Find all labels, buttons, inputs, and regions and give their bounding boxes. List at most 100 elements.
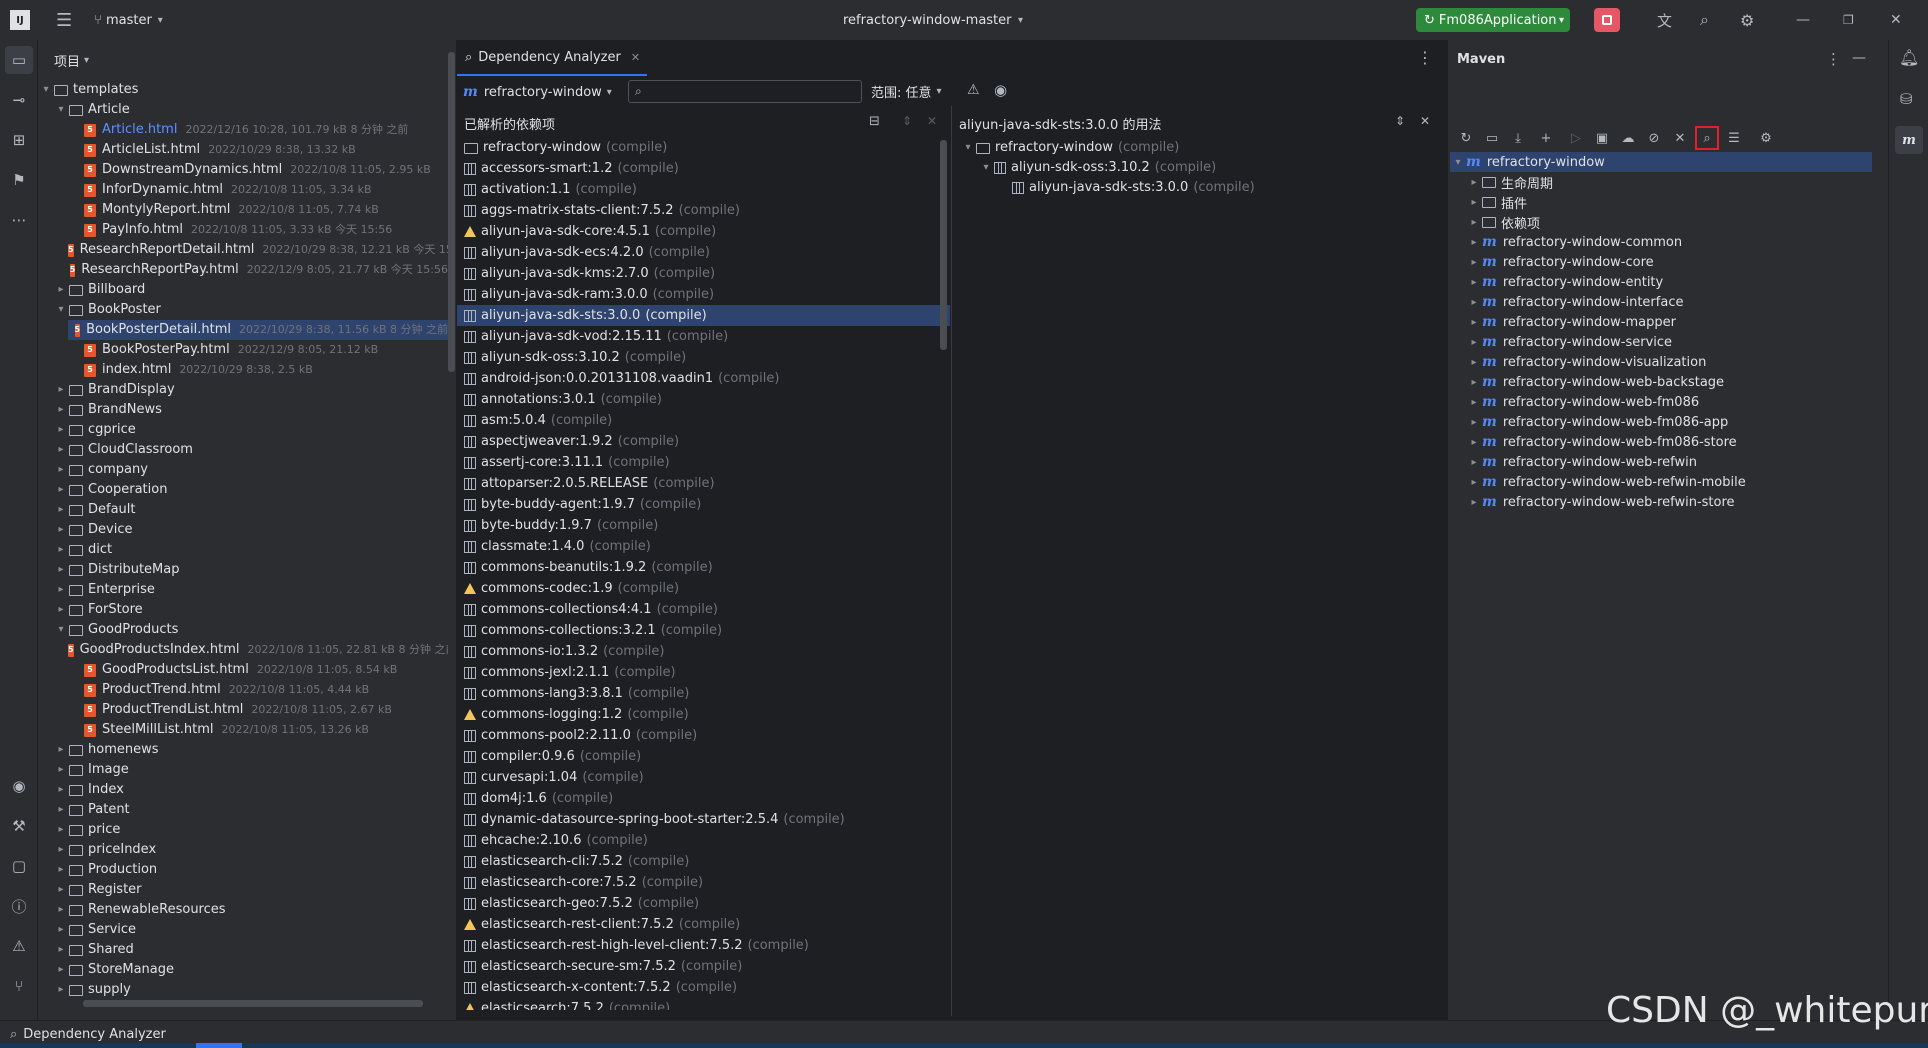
tree-item[interactable]: ▾ Article [53, 100, 448, 120]
project-chevron-icon[interactable]: ▾ [1018, 15, 1023, 26]
dependency-search-input[interactable]: ⌕ [628, 80, 862, 103]
tree-item[interactable]: ▸ supply [53, 980, 448, 1000]
tree-item[interactable]: ▸ Patent [53, 800, 448, 820]
expand-all-icon[interactable]: ⇕ [902, 114, 912, 128]
chevron-right-icon[interactable]: ▸ [53, 880, 69, 900]
chevron-right-icon[interactable]: ▸ [1466, 257, 1482, 268]
dependency-row[interactable]: elasticsearch-geo:7.5.2 (compile) [457, 893, 950, 914]
tree-item[interactable]: ▸ ForStore [53, 600, 448, 620]
dependency-row[interactable]: dom4j:1.6 (compile) [457, 788, 950, 809]
project-panel-header[interactable]: 项目 ▾ [38, 40, 456, 80]
maven-tree-item[interactable]: ▸ m refractory-window-web-refwin-store [1466, 492, 1734, 512]
maven-tree-item[interactable]: ▸ 插件 [1466, 192, 1527, 212]
tree-item[interactable]: ▸ Device [53, 520, 448, 540]
chevron-right-icon[interactable]: ▸ [53, 380, 69, 400]
maven-tree-item[interactable]: ▸ m refractory-window-web-refwin-mobile [1466, 472, 1745, 492]
minimize-icon[interactable]: — [1796, 12, 1810, 28]
chevron-right-icon[interactable]: ▸ [53, 900, 69, 920]
chevron-right-icon[interactable]: ▸ [53, 920, 69, 940]
maven-tree-item[interactable]: ▸ 生命周期 [1466, 172, 1553, 192]
maven-tree-item[interactable]: ▸ m refractory-window-web-refwin [1466, 452, 1696, 472]
project-tree-hscrollbar[interactable] [83, 1000, 423, 1007]
chevron-right-icon[interactable]: ▸ [53, 560, 69, 580]
chevron-right-icon[interactable]: ▸ [53, 860, 69, 880]
chevron-right-icon[interactable]: ▸ [53, 760, 69, 780]
dependency-row[interactable]: commons-logging:1.2 (compile) [457, 704, 950, 725]
maven-tree-item[interactable]: ▸ m refractory-window-web-fm086-store [1466, 432, 1736, 452]
tree-item[interactable]: 5 BookPosterPay.html 2022/12/9 8:05, 21.12… [68, 340, 448, 360]
chevron-right-icon[interactable]: ▸ [1466, 217, 1482, 228]
dependency-row[interactable]: commons-lang3:3.8.1 (compile) [457, 683, 950, 704]
chevron-right-icon[interactable]: ▸ [53, 440, 69, 460]
maven-minimize-icon[interactable]: — [1852, 50, 1866, 66]
add-folder-icon[interactable]: ▭ [1482, 128, 1502, 148]
dependency-row[interactable]: commons-io:1.3.2 (compile) [457, 641, 950, 662]
maven-tree-item[interactable]: ▸ m refractory-window-common [1466, 232, 1682, 252]
maven-tree-item[interactable]: ▸ m refractory-window-mapper [1466, 312, 1675, 332]
dependency-row[interactable]: elasticsearch-rest-client:7.5.2 (compile) [457, 914, 950, 935]
dependency-row[interactable]: aliyun-java-sdk-vod:2.15.11 (compile) [457, 326, 950, 347]
project-panel-chevron-icon[interactable]: ▾ [84, 55, 89, 66]
tree-item[interactable]: 5 ProductTrend.html 2022/10/8 11:05, 4.44 … [68, 680, 448, 700]
dependency-row[interactable]: activation:1.1 (compile) [457, 179, 950, 200]
chevron-right-icon[interactable]: ▸ [1466, 357, 1482, 368]
chevron-right-icon[interactable]: ▸ [1466, 337, 1482, 348]
project-title[interactable]: refractory-window-master [843, 13, 1012, 28]
dep-list-scrollbar[interactable] [940, 140, 947, 350]
chevron-right-icon[interactable]: ▸ [53, 940, 69, 960]
tree-item[interactable]: ▸ homenews [53, 740, 448, 760]
close-icon[interactable]: ✕ [1890, 12, 1902, 28]
chevron-right-icon[interactable]: ▸ [53, 820, 69, 840]
tree-item[interactable]: 5 GoodProductsIndex.html 2022/10/8 11:05, … [68, 640, 448, 660]
show-size-icon[interactable]: ◉ [994, 81, 1007, 99]
dependency-row[interactable]: elasticsearch-core:7.5.2 (compile) [457, 872, 950, 893]
maven-tree-item[interactable]: ▸ m refractory-window-core [1466, 252, 1653, 272]
dependency-row[interactable]: aliyun-java-sdk-core:4.5.1 (compile) [457, 221, 950, 242]
collapse-all-icon[interactable]: ✕ [927, 114, 937, 128]
tree-item[interactable]: ▸ priceIndex [53, 840, 448, 860]
git-icon[interactable]: ⑂ [5, 972, 33, 1000]
tree-item[interactable]: ▸ Index [53, 780, 448, 800]
chevron-right-icon[interactable]: ▸ [1466, 277, 1482, 288]
tree-item[interactable]: ▾ BookPoster [53, 300, 448, 320]
commit-icon[interactable]: ⊸ [5, 86, 33, 114]
chevron-right-icon[interactable]: ▸ [53, 280, 69, 300]
dependency-row[interactable]: aliyun-sdk-oss:3.10.2 (compile) [457, 347, 950, 368]
analyze-dependencies-icon[interactable]: ⌕ [1695, 126, 1719, 150]
chevron-right-icon[interactable]: ▸ [1466, 477, 1482, 488]
usage-row[interactable]: ▾ refractory-window (compile) [952, 137, 1445, 158]
root-chevron-icon[interactable]: ▾ [1450, 157, 1466, 168]
chevron-down-icon[interactable]: ▾ [158, 15, 163, 26]
chevron-right-icon[interactable]: ▸ [1466, 457, 1482, 468]
dependency-row[interactable]: ehcache:2.10.6 (compile) [457, 830, 950, 851]
maven-settings-icon[interactable]: ⚙ [1756, 128, 1776, 148]
chevron-right-icon[interactable]: ▸ [53, 840, 69, 860]
usages-expand-icon[interactable]: ⇕ [1395, 114, 1405, 128]
maven-tree-item[interactable]: ▸ m refractory-window-entity [1466, 272, 1663, 292]
chevron-right-icon[interactable]: ▸ [53, 540, 69, 560]
tree-item[interactable]: ▸ Service [53, 920, 448, 940]
main-menu-icon[interactable]: ☰ [56, 10, 72, 31]
tree-item[interactable]: 5 index.html 2022/10/29 8:38, 2.5 kB [68, 360, 448, 380]
database-icon[interactable]: ⛁ [1900, 90, 1913, 108]
tree-item[interactable]: 5 MontylyReport.html 2022/10/8 11:05, 7.74… [68, 200, 448, 220]
dependency-row[interactable]: elasticsearch-rest-high-level-client:7.5… [457, 935, 950, 956]
tree-item[interactable]: 5 ProductTrendList.html 2022/10/8 11:05, 2… [68, 700, 448, 720]
tree-item[interactable]: ▸ Shared [53, 940, 448, 960]
notifications-icon[interactable]: 🔔︎ [1899, 48, 1919, 67]
dependency-row[interactable]: curvesapi:1.04 (compile) [457, 767, 950, 788]
tree-item[interactable]: ▸ Enterprise [53, 580, 448, 600]
chevron-right-icon[interactable]: ▸ [53, 480, 69, 500]
tree-item[interactable]: 5 ResearchReportPay.html 2022/12/9 8:05, 2… [68, 260, 448, 280]
tree-item[interactable]: ▸ cgprice [53, 420, 448, 440]
tree-item[interactable]: ▸ RenewableResources [53, 900, 448, 920]
maven-tree-item[interactable]: ▸ m refractory-window-service [1466, 332, 1672, 352]
tree-item[interactable]: 5 ArticleList.html 2022/10/29 8:38, 13.32 … [68, 140, 448, 160]
chevron-right-icon[interactable]: ▸ [53, 460, 69, 480]
scope-selector[interactable]: 范围: 任意 ▾ [871, 82, 942, 101]
chevron-right-icon[interactable]: ▸ [1466, 197, 1482, 208]
tab-dependency-analyzer[interactable]: ⌕ Dependency Analyzer ✕ [457, 40, 647, 76]
chevron-right-icon[interactable]: ▸ [53, 980, 69, 1000]
chevron-down-icon[interactable]: ▾ [53, 620, 69, 640]
dependency-row[interactable]: aggs-matrix-stats-client:7.5.2 (compile) [457, 200, 950, 221]
